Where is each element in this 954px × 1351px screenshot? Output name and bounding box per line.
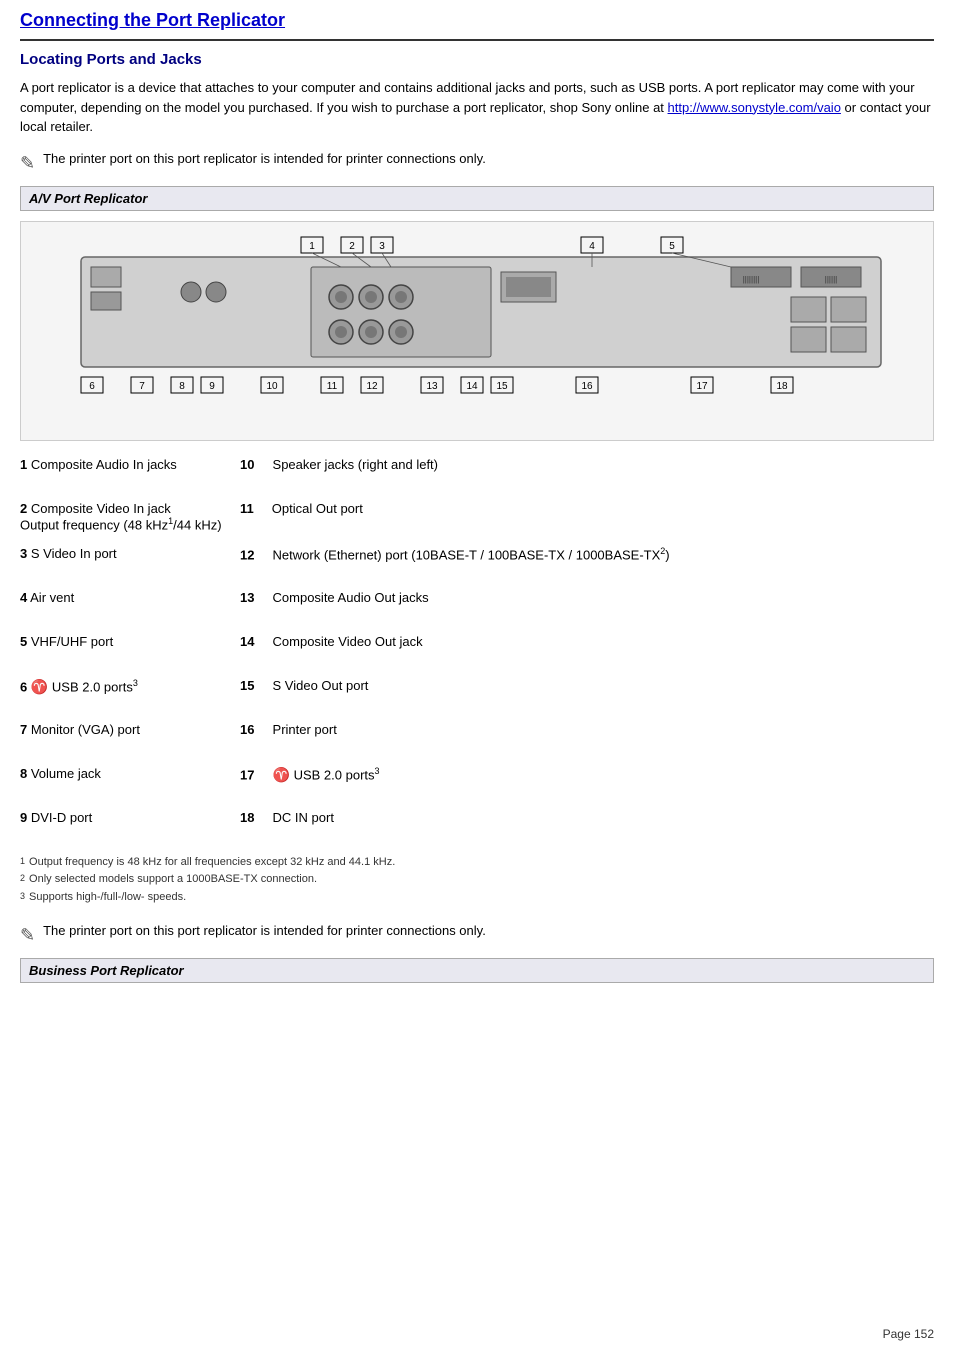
svg-text:12: 12: [366, 381, 378, 392]
port-9: 9 DVI-D port: [20, 810, 240, 825]
svg-text:10: 10: [266, 381, 278, 392]
port-row-4-13: 4 Air vent 13 Composite Audio Out jacks: [20, 590, 934, 620]
svg-text:14: 14: [466, 381, 478, 392]
port-18: 18 DC IN port: [240, 810, 934, 825]
note-text-2: The printer port on this port replicator…: [43, 923, 486, 938]
port-16: 16 Printer port: [240, 722, 934, 737]
svg-text:4: 4: [589, 241, 595, 252]
port-8: 8 Volume jack: [20, 766, 240, 781]
svg-text:8: 8: [179, 381, 185, 392]
svg-text:||||||: ||||||: [825, 275, 837, 284]
svg-text:18: 18: [776, 381, 788, 392]
av-port-replicator-label: A/V Port Replicator: [20, 186, 934, 211]
diagram-svg: 1 2 3 4 5: [31, 232, 931, 432]
note-box-1: ✎ The printer port on this port replicat…: [20, 151, 934, 174]
port-row-9-18: 9 DVI-D port 18 DC IN port: [20, 810, 934, 840]
port-row-6-15: 6 ♈ USB 2.0 ports3 15 S Video Out port: [20, 678, 934, 708]
svg-text:5: 5: [669, 241, 675, 252]
svg-text:6: 6: [89, 381, 95, 392]
port-entries-list: 1 Composite Audio In jacks 10 Speaker ja…: [20, 457, 934, 840]
port-5: 5 VHF/UHF port: [20, 634, 240, 649]
port-row-2-11: 2 Composite Video In jack Output frequen…: [20, 501, 934, 532]
page-title: Connecting the Port Replicator: [20, 10, 934, 31]
footnote-2: 2Only selected models support a 1000BASE…: [20, 871, 934, 889]
port-4: 4 Air vent: [20, 590, 240, 605]
port-7: 7 Monitor (VGA) port: [20, 722, 240, 737]
intro-paragraph: A port replicator is a device that attac…: [20, 78, 934, 137]
port-3: 3 S Video In port: [20, 546, 240, 561]
port-10: 10 Speaker jacks (right and left): [240, 457, 934, 472]
port-12: 12 Network (Ethernet) port (10BASE-T / 1…: [240, 546, 934, 562]
note-icon-2: ✎: [20, 925, 35, 946]
svg-text:11: 11: [327, 381, 338, 392]
business-port-replicator-label: Business Port Replicator: [20, 958, 934, 983]
port-13: 13 Composite Audio Out jacks: [240, 590, 934, 605]
port-row-1-10: 1 Composite Audio In jacks 10 Speaker ja…: [20, 457, 934, 487]
page-number: Page 152: [883, 1327, 934, 1341]
port-1: 1 Composite Audio In jacks: [20, 457, 240, 472]
svg-text:2: 2: [349, 241, 355, 252]
port-17: 17 ♈ USB 2.0 ports3: [240, 766, 934, 783]
svg-text:7: 7: [139, 381, 145, 392]
svg-text:||||||||: ||||||||: [743, 275, 760, 284]
note-icon-1: ✎: [20, 153, 35, 174]
note-text-1: The printer port on this port replicator…: [43, 151, 486, 166]
port-row-3-12: 3 S Video In port 12 Network (Ethernet) …: [20, 546, 934, 576]
note-box-2: ✎ The printer port on this port replicat…: [20, 923, 934, 946]
port-2: 2 Composite Video In jack Output frequen…: [20, 501, 240, 532]
svg-text:15: 15: [496, 381, 508, 392]
footnotes: 1Output frequency is 48 kHz for all freq…: [20, 854, 934, 907]
port-14: 14 Composite Video Out jack: [240, 634, 934, 649]
svg-text:16: 16: [581, 381, 593, 392]
port-row-8-17: 8 Volume jack 17 ♈ USB 2.0 ports3: [20, 766, 934, 796]
footnote-1: 1Output frequency is 48 kHz for all freq…: [20, 854, 934, 872]
footnote-3: 3Supports high-/full-/low- speeds.: [20, 889, 934, 907]
svg-text:17: 17: [696, 381, 708, 392]
port-diagram: 1 2 3 4 5: [20, 221, 934, 441]
svg-text:13: 13: [426, 381, 438, 392]
svg-text:3: 3: [379, 241, 385, 252]
svg-text:1: 1: [309, 241, 315, 252]
vaio-link[interactable]: http://www.sonystyle.com/vaio: [668, 100, 841, 115]
section-title: Locating Ports and Jacks: [20, 51, 934, 68]
port-6: 6 ♈ USB 2.0 ports3: [20, 678, 240, 695]
port-row-5-14: 5 VHF/UHF port 14 Composite Video Out ja…: [20, 634, 934, 664]
port-15: 15 S Video Out port: [240, 678, 934, 693]
port-row-7-16: 7 Monitor (VGA) port 16 Printer port: [20, 722, 934, 752]
port-11: 11 Optical Out port: [240, 501, 934, 516]
svg-text:9: 9: [209, 381, 215, 392]
